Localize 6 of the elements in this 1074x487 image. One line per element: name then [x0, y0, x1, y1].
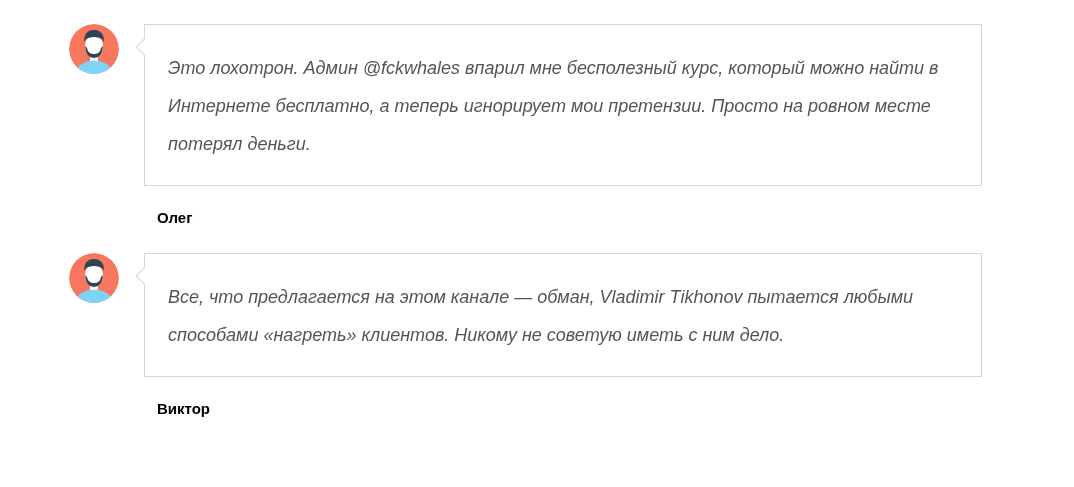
avatar-icon: [69, 24, 119, 74]
comment-text: Все, что предлагается на этом канале — обман, Vladimir Tikhonov пытается любыми способами «нагреть» клиентов. Никому не советую иметь с ним дело.: [168, 285, 915, 347]
avatar-icon: [69, 252, 119, 303]
author-name: Виктор: [157, 398, 211, 419]
comment-text: Это лохотрон. Админ @fckwhales впарил мне бесполезный курс, который можно найти в Интернете бесплатно, а теперь игнорирует мои претензии. Просто на ровном месте потерял деньги.: [168, 57, 940, 156]
author-name: Олег: [157, 208, 193, 228]
